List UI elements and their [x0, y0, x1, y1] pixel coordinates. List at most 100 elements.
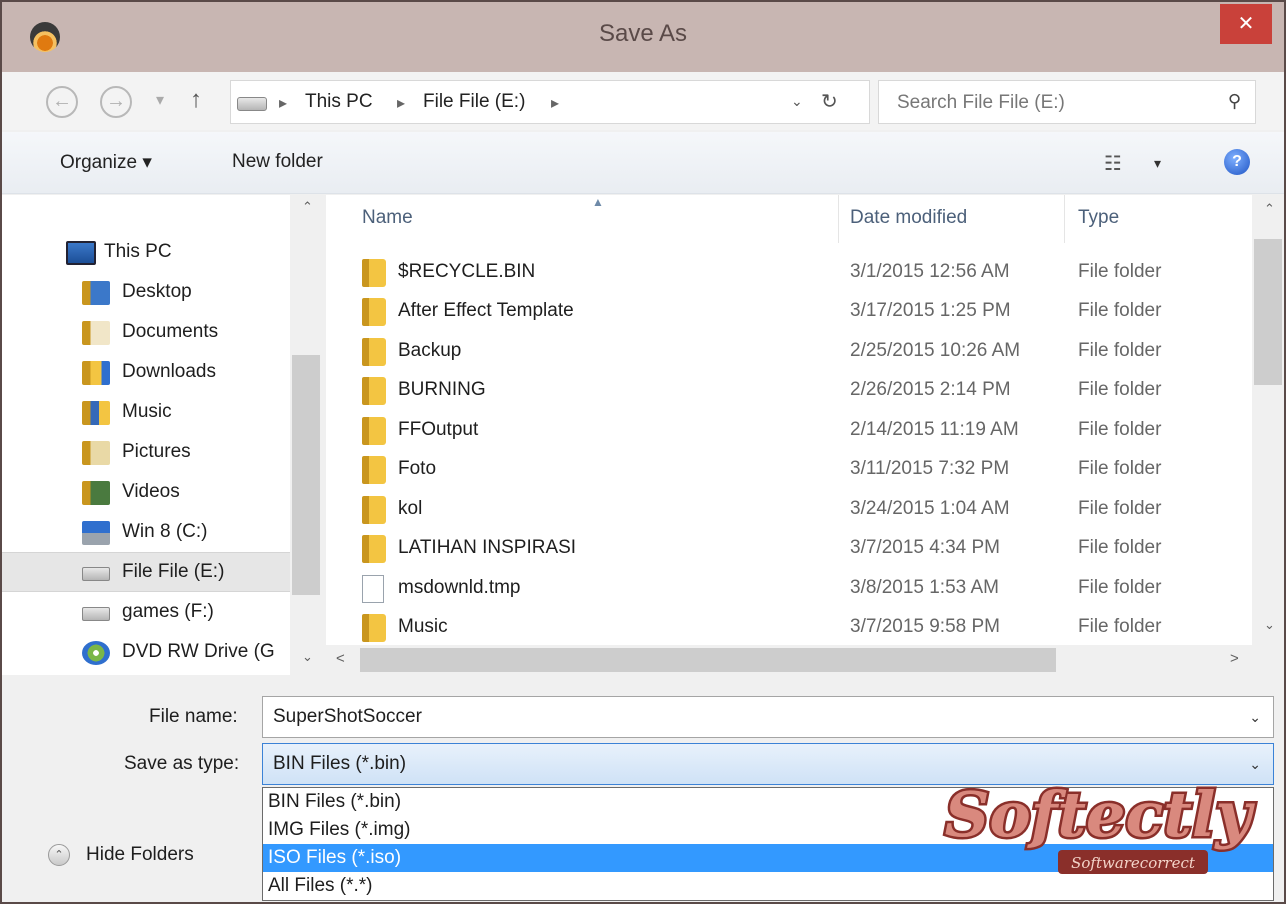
file-list-horizontal-scrollbar[interactable]: < >: [326, 645, 1252, 675]
breadcrumb-file-drive[interactable]: File File (E:): [423, 91, 525, 113]
file-date-modified: 3/17/2015 1:25 PM: [850, 300, 1011, 321]
close-button[interactable]: ✕: [1220, 4, 1272, 44]
file-list-horizontal-scroll-thumb[interactable]: [360, 648, 1056, 672]
save-as-type-label: Save as type:: [124, 753, 240, 774]
dvd-drive-icon: [82, 641, 110, 665]
nav-item-documents[interactable]: Documents: [2, 313, 290, 353]
scroll-right-arrow-icon[interactable]: >: [1230, 650, 1239, 667]
title-bar: Save As ✕: [2, 2, 1284, 72]
file-type: File folder: [1078, 537, 1162, 558]
nav-item-music[interactable]: Music: [2, 393, 290, 433]
music-icon: [82, 401, 110, 425]
file-name-value: SuperShotSoccer: [273, 706, 422, 727]
view-menu-chevron-down-icon[interactable]: ▾: [1154, 155, 1161, 172]
file-row[interactable]: msdownld.tmp 3/8/2015 1:53 AM File folde…: [326, 569, 1252, 608]
nav-item-file-drive[interactable]: File File (E:): [2, 552, 290, 592]
folder-icon: [362, 614, 386, 642]
breadcrumb-separator-icon: ▸: [279, 95, 288, 112]
file-name-chevron-down-icon[interactable]: ⌄: [1249, 709, 1261, 726]
breadcrumb-separator-icon: ▸: [397, 95, 406, 112]
nav-item-label: Videos: [122, 481, 180, 502]
file-type: File folder: [1078, 616, 1162, 637]
file-row[interactable]: Backup 2/25/2015 10:26 AM File folder: [326, 332, 1252, 371]
folder-icon: [362, 298, 386, 326]
navigation-pane-scrollbar[interactable]: ⌃ ⌄: [290, 195, 324, 675]
folder-icon: [362, 259, 386, 287]
scroll-up-arrow-icon[interactable]: ⌃: [302, 199, 313, 215]
nav-item-games-drive[interactable]: games (F:): [2, 593, 290, 633]
file-type: File folder: [1078, 300, 1162, 321]
column-header-name[interactable]: Name: [362, 207, 413, 229]
nav-item-desktop[interactable]: Desktop: [2, 273, 290, 313]
file-row[interactable]: Foto 3/11/2015 7:32 PM File folder: [326, 450, 1252, 489]
folder-icon: [362, 496, 386, 524]
up-arrow-icon[interactable]: ↑: [190, 86, 202, 114]
nav-item-pictures[interactable]: Pictures: [2, 433, 290, 473]
file-row[interactable]: FFOutput 2/14/2015 11:19 AM File folder: [326, 411, 1252, 450]
file-row[interactable]: Music 3/7/2015 9:58 PM File folder: [326, 608, 1252, 647]
view-options-icon[interactable]: ☷: [1104, 151, 1122, 176]
nav-item-label: Documents: [122, 321, 219, 342]
navigation-pane-scroll-thumb[interactable]: [292, 355, 320, 595]
breadcrumb-separator-icon[interactable]: ▸: [551, 93, 559, 113]
scroll-down-arrow-icon[interactable]: ⌄: [302, 649, 313, 665]
file-date-modified: 3/24/2015 1:04 AM: [850, 498, 1010, 519]
window-title: Save As: [598, 20, 688, 47]
scroll-down-arrow-icon[interactable]: ⌄: [1264, 617, 1275, 633]
file-icon: [362, 575, 384, 603]
recent-locations-chevron-down-icon[interactable]: ▾: [156, 90, 164, 110]
desktop-icon: [82, 281, 110, 305]
type-option-label: All Files (*.*): [268, 875, 373, 896]
file-name: Foto: [398, 458, 437, 479]
nav-item-label: Pictures: [122, 441, 191, 462]
nav-item-dvd-drive[interactable]: DVD RW Drive (G: [2, 633, 290, 673]
nav-item-this-pc[interactable]: This PC: [2, 233, 290, 273]
column-header-date-modified[interactable]: Date modified: [850, 207, 967, 229]
file-list-vertical-scrollbar[interactable]: ⌃ ⌄: [1252, 195, 1284, 645]
nav-item-downloads[interactable]: Downloads: [2, 353, 290, 393]
computer-icon: [66, 241, 96, 265]
folder-icon: [362, 377, 386, 405]
nav-item-label: DVD RW Drive (G: [122, 641, 275, 662]
forward-arrow-icon[interactable]: →: [100, 86, 132, 118]
type-option-label: ISO Files (*.iso): [268, 847, 402, 868]
drive-icon: [82, 607, 110, 621]
column-header-type[interactable]: Type: [1078, 207, 1119, 229]
nav-item-label: File File (E:): [122, 561, 225, 582]
nav-item-videos[interactable]: Videos: [2, 473, 290, 513]
file-row[interactable]: kol 3/24/2015 1:04 AM File folder: [326, 490, 1252, 529]
breadcrumb-this-pc[interactable]: This PC: [305, 91, 373, 113]
file-type: File folder: [1078, 577, 1162, 598]
file-name: $RECYCLE.BIN: [398, 261, 536, 282]
help-icon[interactable]: ?: [1224, 149, 1250, 175]
type-option-label: BIN Files (*.bin): [268, 791, 402, 812]
file-name-input[interactable]: SuperShotSoccer ⌄: [262, 696, 1274, 738]
organize-menu-button[interactable]: Organize ▾: [60, 151, 152, 174]
type-option-label: IMG Files (*.img): [268, 819, 411, 840]
folder-icon: [362, 456, 386, 484]
scroll-left-arrow-icon[interactable]: <: [336, 650, 345, 667]
file-name-label: File name:: [149, 706, 238, 727]
nav-item-label: This PC: [104, 241, 172, 262]
back-arrow-icon[interactable]: ←: [46, 86, 78, 118]
scroll-up-arrow-icon[interactable]: ⌃: [1264, 201, 1275, 217]
file-date-modified: 2/26/2015 2:14 PM: [850, 379, 1011, 400]
file-list: ▲ Name Date modified Type $RECYCLE.BIN 3…: [326, 195, 1252, 645]
address-history-chevron-down-icon[interactable]: ⌄: [791, 93, 803, 110]
column-divider[interactable]: [838, 195, 839, 243]
svg-text:Softectly: Softectly: [945, 778, 1256, 851]
search-input[interactable]: Search File File (E:) ⚲: [878, 80, 1256, 124]
file-row[interactable]: LATIHAN INSPIRASI 3/7/2015 4:34 PM File …: [326, 529, 1252, 568]
column-divider[interactable]: [1064, 195, 1065, 243]
file-name: Music: [398, 616, 448, 637]
file-row[interactable]: $RECYCLE.BIN 3/1/2015 12:56 AM File fold…: [326, 253, 1252, 292]
nav-item-win8-drive[interactable]: Win 8 (C:): [2, 513, 290, 553]
new-folder-button[interactable]: New folder: [232, 151, 323, 173]
address-bar[interactable]: ▸ This PC ▸ File File (E:) ▸ ⌄ ↻: [230, 80, 870, 124]
refresh-icon[interactable]: ↻: [821, 89, 838, 114]
search-icon[interactable]: ⚲: [1228, 91, 1241, 112]
file-list-vertical-scroll-thumb[interactable]: [1254, 239, 1282, 385]
file-row[interactable]: BURNING 2/26/2015 2:14 PM File folder: [326, 371, 1252, 410]
file-name: Backup: [398, 340, 462, 361]
file-row[interactable]: After Effect Template 3/17/2015 1:25 PM …: [326, 292, 1252, 331]
